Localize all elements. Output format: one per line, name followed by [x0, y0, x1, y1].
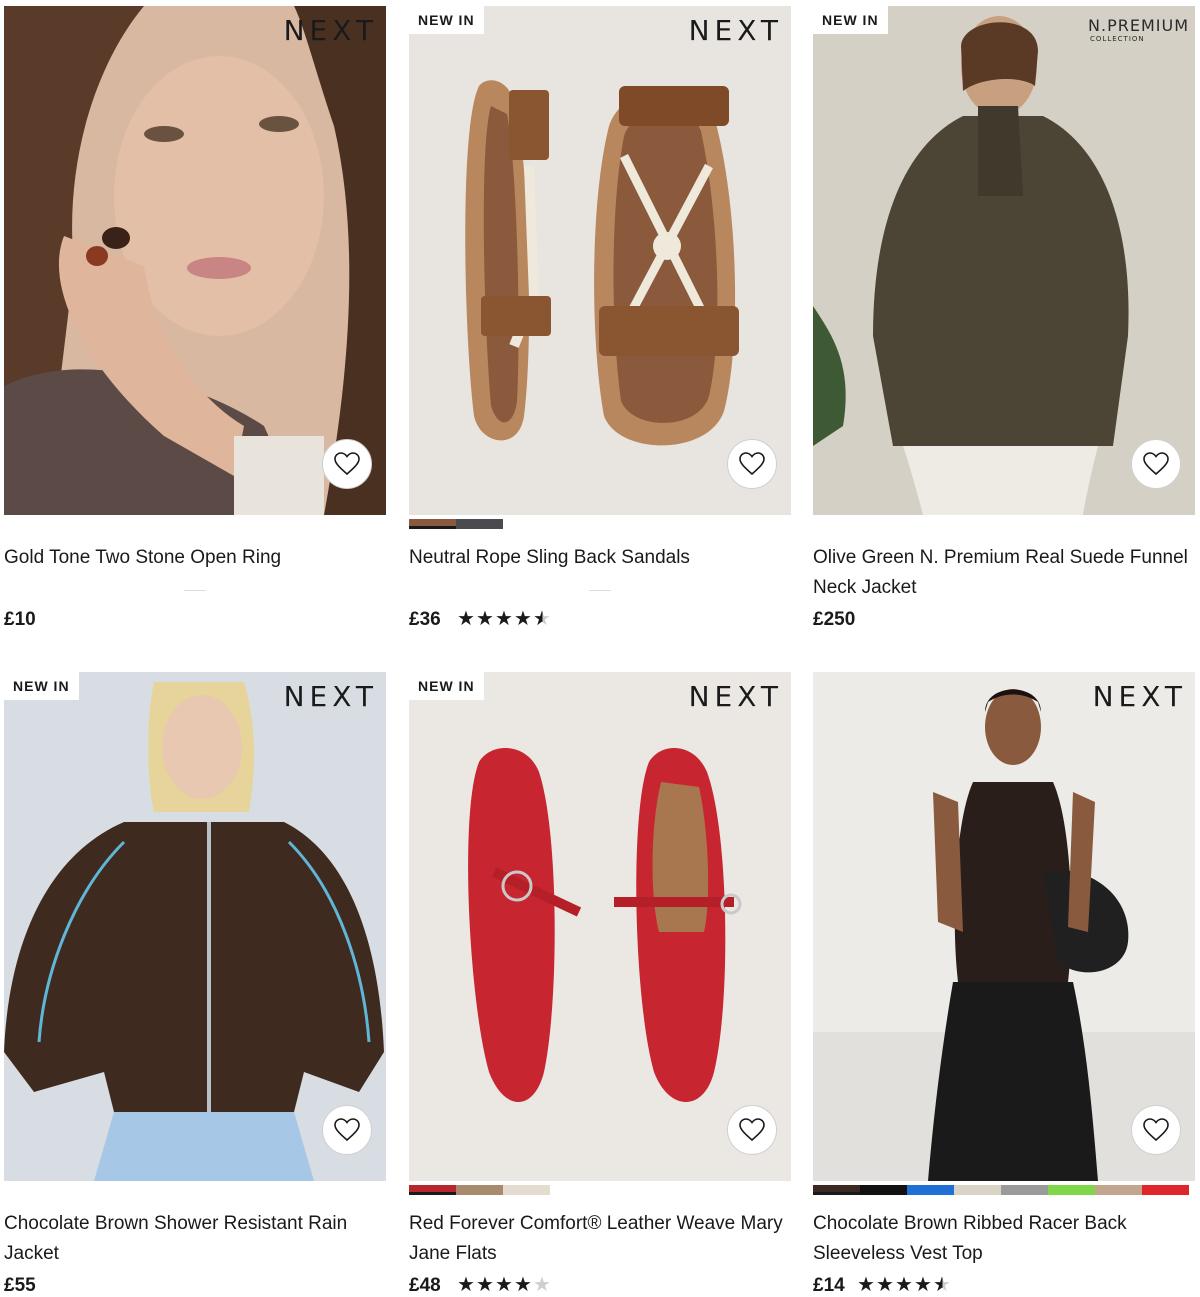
divider	[589, 590, 611, 591]
star-icon: ★	[895, 1274, 913, 1296]
product-title[interactable]: Chocolate Brown Ribbed Racer Back Sleeve…	[813, 1209, 1195, 1269]
colour-swatch[interactable]	[1001, 1185, 1048, 1195]
heart-outline-icon	[334, 1118, 360, 1142]
star-icon: ★	[876, 1274, 894, 1296]
star-icon: ★	[457, 608, 475, 630]
product-price: £48	[409, 1275, 441, 1296]
rating-stars: ★ ★ ★ ★ ★	[457, 609, 552, 629]
product-photo	[4, 672, 386, 1181]
product-price: £14	[813, 1275, 845, 1296]
favourite-button[interactable]	[727, 1105, 777, 1155]
heart-outline-icon	[334, 452, 360, 476]
divider	[184, 590, 206, 591]
product-title[interactable]: Olive Green N. Premium Real Suede Funnel…	[813, 543, 1195, 603]
colour-swatch[interactable]	[1142, 1185, 1189, 1195]
product-grid: NEXT Gold Tone Two Stone Open Ring £10 N…	[0, 0, 1200, 1297]
product-price: £10	[4, 609, 36, 630]
star-icon: ★	[533, 1274, 551, 1296]
product-price: £250	[813, 609, 856, 630]
colour-swatch[interactable]	[409, 1185, 456, 1195]
favourite-button[interactable]	[727, 439, 777, 489]
star-icon: ★	[476, 1274, 494, 1296]
favourite-button[interactable]	[1131, 439, 1181, 489]
colour-swatches	[409, 1185, 550, 1195]
product-image[interactable]: NEW IN NEXT	[409, 672, 791, 1181]
colour-swatch[interactable]	[954, 1185, 1001, 1195]
product-price: £55	[4, 1275, 36, 1296]
product-photo	[813, 672, 1195, 1181]
product-photo	[409, 6, 791, 515]
product-photo	[409, 672, 791, 1181]
new-in-badge: NEW IN	[813, 6, 888, 34]
brand-logo: NEXT	[688, 680, 783, 713]
star-icon: ★	[476, 608, 494, 630]
star-icon: ★	[514, 608, 532, 630]
product-image[interactable]: NEW IN N.PREMIUM COLLECTION	[813, 6, 1195, 515]
colour-swatches	[409, 519, 503, 529]
brand-logo: NEXT	[688, 14, 783, 47]
colour-swatches	[813, 1185, 1189, 1195]
brand-logo: N.PREMIUM COLLECTION	[1088, 16, 1189, 43]
colour-swatch[interactable]	[907, 1185, 954, 1195]
heart-outline-icon	[739, 452, 765, 476]
colour-swatch[interactable]	[456, 519, 503, 529]
star-icon: ★	[457, 1274, 475, 1296]
product-image[interactable]: NEW IN NEXT	[4, 672, 386, 1181]
star-icon: ★	[914, 1274, 932, 1296]
star-icon: ★	[857, 1274, 875, 1296]
product-title[interactable]: Gold Tone Two Stone Open Ring	[4, 543, 386, 573]
colour-swatch[interactable]	[503, 1185, 550, 1195]
product-title[interactable]: Neutral Rope Sling Back Sandals	[409, 543, 791, 573]
heart-outline-icon	[739, 1118, 765, 1142]
product-image[interactable]: NEW IN NEXT	[409, 6, 791, 515]
product-title[interactable]: Red Forever Comfort® Leather Weave Mary …	[409, 1209, 791, 1269]
heart-outline-icon	[1143, 452, 1169, 476]
product-photo	[813, 6, 1195, 515]
rating-stars: ★ ★ ★ ★ ★	[857, 1275, 952, 1295]
star-icon: ★	[495, 1274, 513, 1296]
star-icon: ★	[514, 1274, 532, 1296]
colour-swatch[interactable]	[813, 1185, 860, 1195]
colour-swatch[interactable]	[456, 1185, 503, 1195]
star-icon: ★	[533, 608, 551, 630]
colour-swatch[interactable]	[1048, 1185, 1095, 1195]
new-in-badge: NEW IN	[4, 672, 79, 700]
new-in-badge: NEW IN	[409, 6, 484, 34]
brand-logo: NEXT	[1092, 680, 1187, 713]
colour-swatch[interactable]	[860, 1185, 907, 1195]
product-image[interactable]: NEXT	[4, 6, 386, 515]
brand-logo: NEXT	[283, 14, 378, 47]
new-in-badge: NEW IN	[409, 672, 484, 700]
favourite-button[interactable]	[322, 439, 372, 489]
favourite-button[interactable]	[322, 1105, 372, 1155]
product-price: £36	[409, 609, 441, 630]
product-photo	[4, 6, 386, 515]
colour-swatch[interactable]	[409, 519, 456, 529]
rating-stars: ★ ★ ★ ★ ★	[457, 1275, 552, 1295]
favourite-button[interactable]	[1131, 1105, 1181, 1155]
product-image[interactable]: NEXT	[813, 672, 1195, 1181]
brand-subtitle: COLLECTION	[1090, 35, 1145, 43]
colour-swatch[interactable]	[1095, 1185, 1142, 1195]
star-icon: ★	[933, 1274, 951, 1296]
star-icon: ★	[495, 608, 513, 630]
brand-logo: NEXT	[283, 680, 378, 713]
brand-name: N.PREMIUM	[1088, 16, 1189, 35]
heart-outline-icon	[1143, 1118, 1169, 1142]
product-title[interactable]: Chocolate Brown Shower Resistant Rain Ja…	[4, 1209, 386, 1269]
